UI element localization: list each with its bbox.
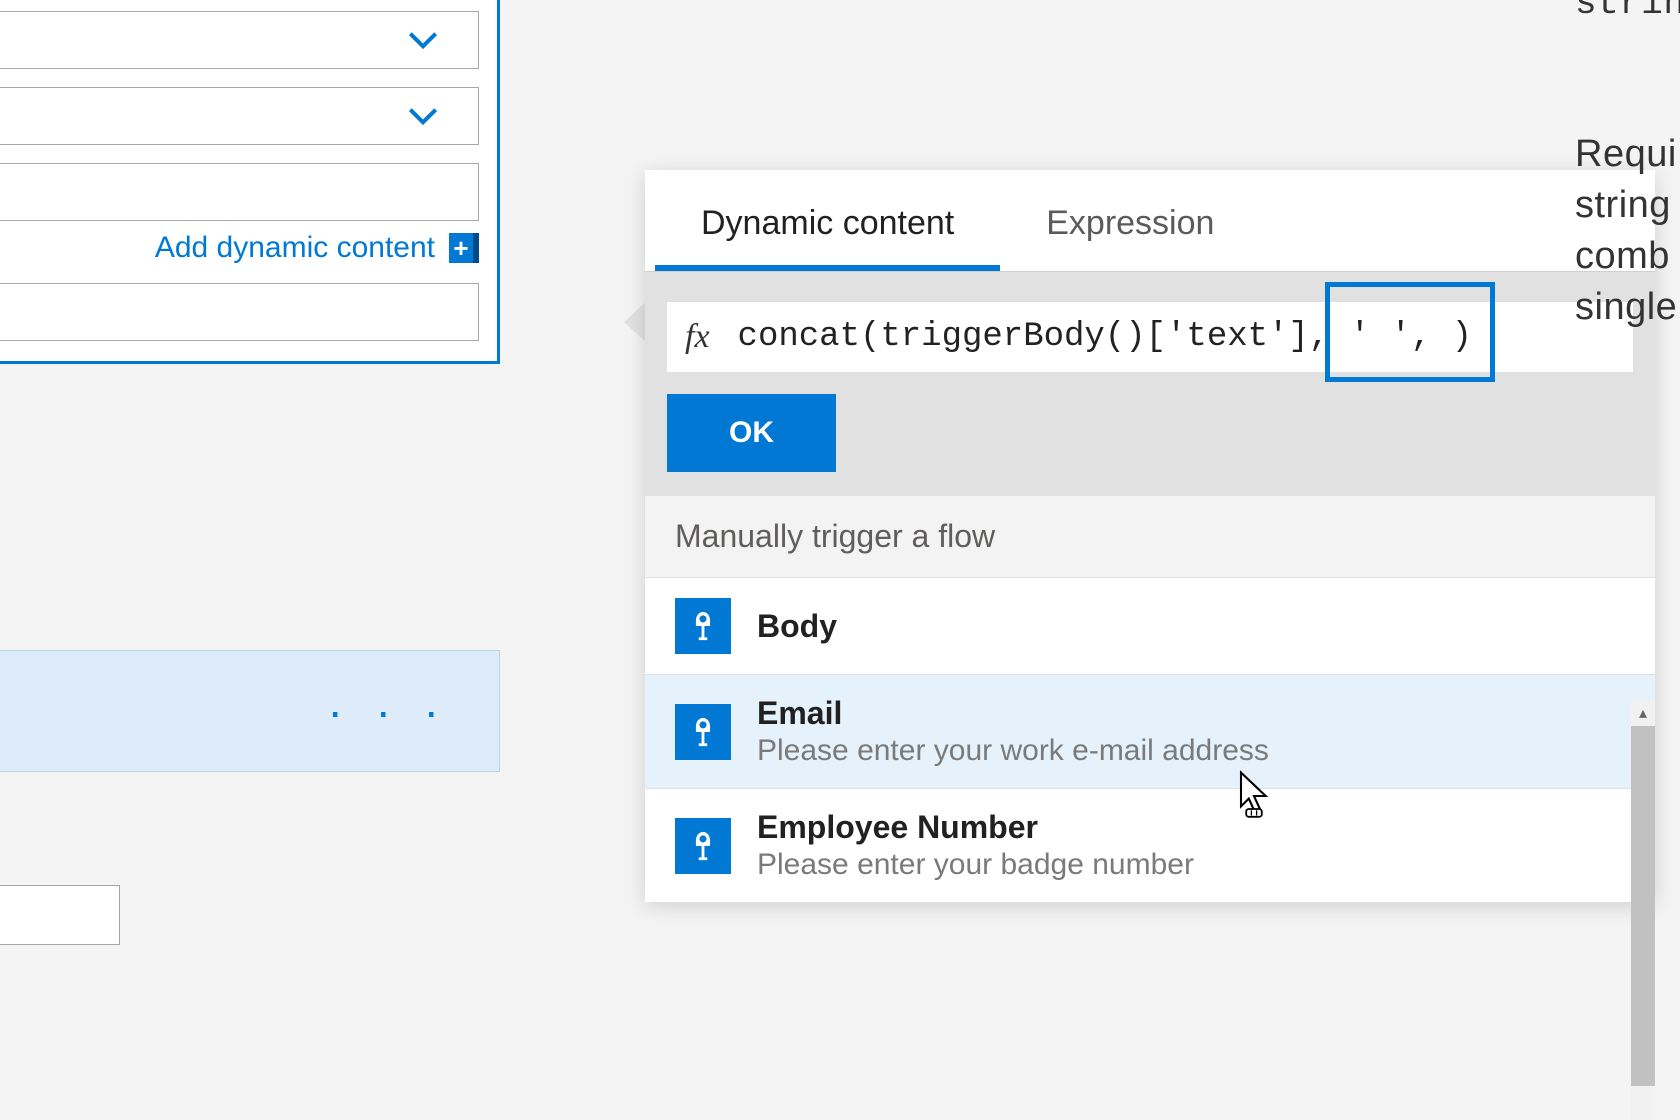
fx-icon: fx [685, 318, 710, 356]
tooltip-text-cut: strin Requi string comb single [1575, 0, 1680, 334]
list-item[interactable]: Email Please enter your work e-mail addr… [645, 675, 1655, 789]
action-step-collapsed[interactable]: · · · [0, 650, 500, 772]
list-item[interactable]: Body [645, 578, 1655, 675]
trigger-icon [675, 818, 731, 874]
input-row[interactable] [0, 163, 479, 221]
scroll-up-icon[interactable]: ▴ [1631, 700, 1655, 726]
dynamic-content-flyout: Dynamic content Expression fx concat(tri… [645, 170, 1655, 902]
scrollbar[interactable]: ▴ [1631, 700, 1655, 1120]
content-section-header: Manually trigger a flow [645, 496, 1655, 578]
plus-icon: + [449, 233, 479, 263]
tab-dynamic-content[interactable]: Dynamic content [655, 204, 1000, 271]
tooltip-line: single [1575, 282, 1680, 333]
trigger-icon [675, 598, 731, 654]
input-row[interactable] [0, 283, 479, 341]
dynamic-content-list: Body Email Please enter your work e-mail… [645, 578, 1655, 902]
item-title: Employee Number [757, 809, 1194, 846]
item-description: Please enter your work e-mail address [757, 734, 1269, 768]
tooltip-code: strin [1575, 0, 1680, 29]
add-dynamic-content-label: Add dynamic content [155, 231, 435, 265]
collapsed-input-row[interactable] [0, 87, 479, 145]
expression-bar-container: fx concat(triggerBody()['text'], ' ', ) [645, 272, 1655, 394]
tab-bar: Dynamic content Expression [645, 170, 1655, 272]
ok-row: OK [645, 394, 1655, 496]
tooltip-line: string [1575, 180, 1680, 231]
expression-text: concat(triggerBody()['text'], ' ', ) [738, 318, 1473, 356]
collapsed-input-row[interactable] [0, 11, 479, 69]
expression-input[interactable]: fx concat(triggerBody()['text'], ' ', ) [667, 302, 1633, 372]
chevron-down-icon [404, 97, 442, 135]
scroll-thumb[interactable] [1631, 726, 1655, 1086]
action-card: Add dynamic content + [0, 0, 500, 364]
list-item[interactable]: Employee Number Please enter your badge … [645, 789, 1655, 902]
tooltip-line: comb [1575, 231, 1680, 282]
item-description: Please enter your badge number [757, 848, 1194, 882]
add-dynamic-content-link[interactable]: Add dynamic content + [0, 221, 497, 265]
partial-input[interactable]: e [0, 885, 120, 945]
trigger-icon [675, 704, 731, 760]
item-title: Body [757, 608, 837, 645]
tooltip-line: Requi [1575, 129, 1680, 180]
item-title: Email [757, 695, 1269, 732]
chevron-down-icon [404, 21, 442, 59]
ok-button[interactable]: OK [667, 394, 836, 472]
ellipsis-icon[interactable]: · · · [327, 684, 449, 738]
tab-expression[interactable]: Expression [1000, 204, 1260, 271]
